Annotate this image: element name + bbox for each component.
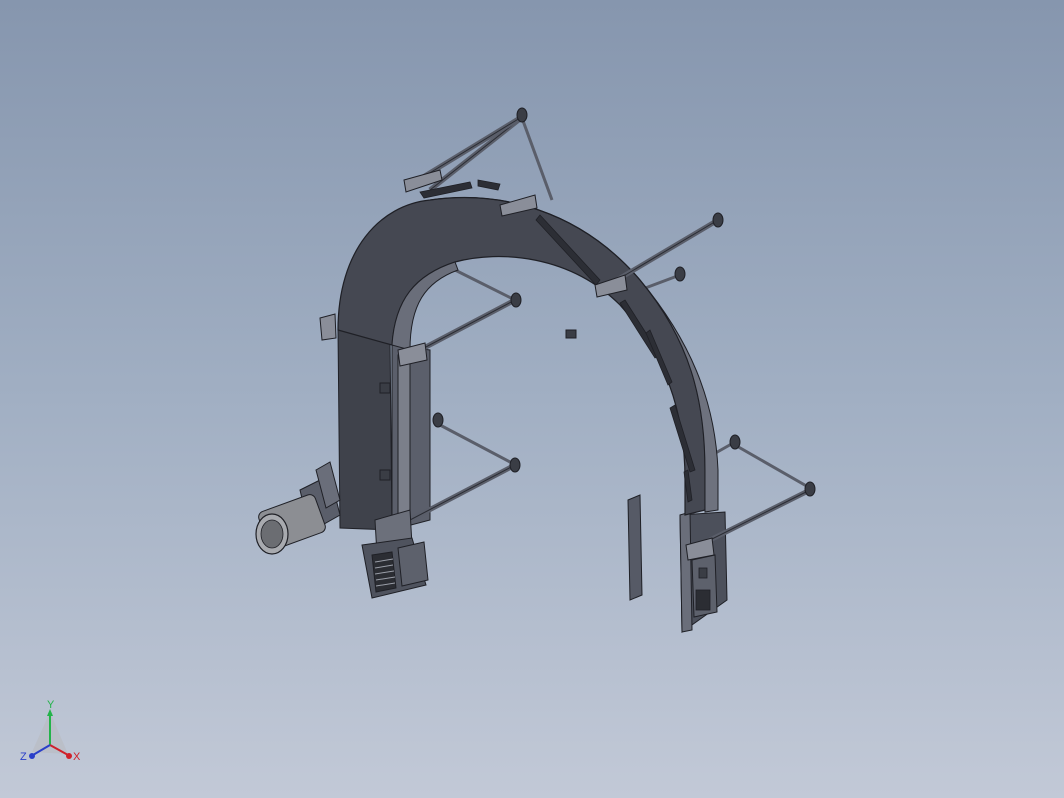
triad-z-arrow	[29, 753, 35, 759]
drive-motor	[255, 461, 341, 555]
view-orientation-triad[interactable]: Y X Z	[18, 700, 88, 770]
end-tensioner	[691, 554, 718, 618]
triad-z-label: Z	[20, 751, 27, 763]
curved-conveyor-model[interactable]	[0, 0, 1064, 798]
triad-y-label: Y	[47, 700, 55, 711]
triad-x-label: X	[73, 751, 81, 763]
cad-graphics-viewport[interactable]: Y X Z	[0, 0, 1064, 798]
triad-x-arrow	[66, 753, 72, 759]
